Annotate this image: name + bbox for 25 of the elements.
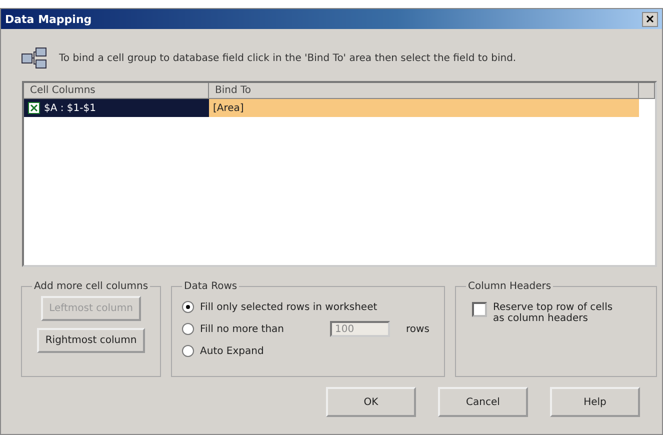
radio-button[interactable] <box>182 301 194 313</box>
radio-label: Fill no more than <box>200 324 284 334</box>
mapping-icon <box>21 47 47 69</box>
instruction-text: To bind a cell group to database field click in the 'Bind To' area then select the field to bind. <box>59 52 516 64</box>
spreadsheet-icon <box>28 102 40 114</box>
radio-label: Auto Expand <box>200 346 264 356</box>
checkbox[interactable] <box>472 302 488 317</box>
checkbox-label: Reserve top row of cells as column headers <box>493 302 614 324</box>
unit-label: rows <box>406 324 430 334</box>
table-cell[interactable]: [Area] <box>209 99 639 117</box>
radio-button[interactable] <box>182 323 194 335</box>
window-title: Data Mapping <box>5 12 92 26</box>
radio-label: Fill only selected rows in worksheet <box>200 302 378 312</box>
group-title: Add more cell columns <box>33 281 150 292</box>
group-title: Data Rows <box>183 281 238 292</box>
dialog-button[interactable]: OK <box>326 387 416 417</box>
close-icon <box>646 15 654 23</box>
header-filler <box>639 83 655 99</box>
group-title: Column Headers <box>467 281 552 292</box>
dialog-button[interactable]: Cancel <box>438 387 528 417</box>
close-button[interactable] <box>642 12 658 26</box>
dialog-button[interactable]: Help <box>550 387 640 417</box>
radio-button[interactable] <box>182 345 194 357</box>
table-cell[interactable]: $A : $1-$1 <box>24 99 209 117</box>
add-column-button[interactable]: Rightmost column <box>37 328 145 353</box>
